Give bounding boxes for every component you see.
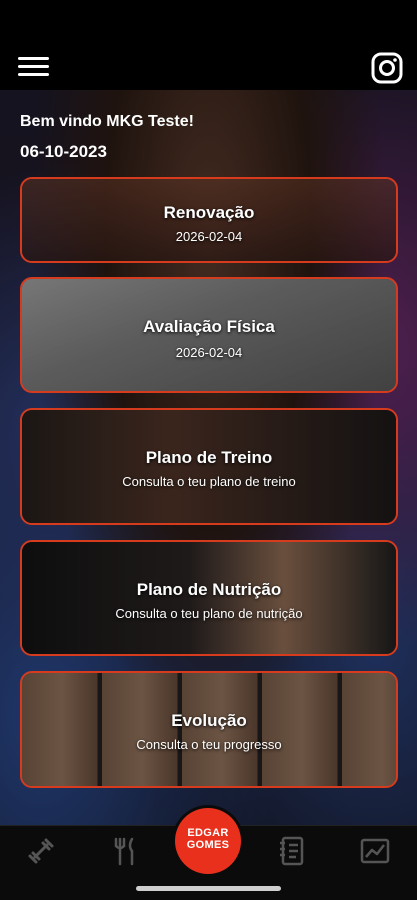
home-indicator	[136, 886, 281, 891]
card-plano-treino[interactable]: Plano de Treino Consulta o teu plano de …	[20, 408, 398, 525]
card-evolucao[interactable]: Evolução Consulta o teu progresso	[20, 671, 398, 788]
card-subtitle: 2026-02-04	[175, 345, 243, 360]
chart-icon[interactable]	[358, 834, 392, 868]
card-renovacao[interactable]: Renovação 2026-02-04	[20, 177, 398, 263]
card-title: Plano de Treino	[145, 448, 273, 467]
logo-text: EDGAR GOMES	[175, 827, 241, 851]
card-subtitle: Consulta o teu plano de treino	[122, 474, 296, 489]
instagram-icon[interactable]	[371, 52, 403, 84]
cutlery-icon[interactable]	[108, 834, 142, 868]
dumbbell-icon[interactable]	[24, 834, 58, 868]
card-subtitle: Consulta o teu plano de nutrição	[115, 606, 303, 621]
welcome-text: Bem vindo MKG Teste!	[20, 113, 194, 130]
top-bar	[0, 0, 417, 90]
card-subtitle: 2026-02-04	[175, 229, 243, 244]
card-title: Renovação	[163, 203, 255, 222]
logo-line1: EDGAR	[187, 827, 229, 839]
card-title: Avaliação Física	[143, 317, 275, 336]
card-avaliacao-fisica[interactable]: Avaliação Física 2026-02-04	[20, 277, 398, 393]
logo-line2: GOMES	[186, 839, 230, 851]
card-title: Evolução	[171, 711, 247, 730]
current-date: 06-10-2023	[20, 142, 107, 161]
card-title: Plano de Nutrição	[136, 580, 282, 599]
notebook-icon[interactable]	[275, 834, 309, 868]
card-subtitle: Consulta o teu progresso	[136, 737, 282, 752]
hamburger-menu-icon[interactable]	[18, 54, 50, 80]
edgar-gomes-logo[interactable]: EDGAR GOMES	[175, 808, 241, 874]
card-plano-nutricao[interactable]: Plano de Nutrição Consulta o teu plano d…	[20, 540, 398, 656]
